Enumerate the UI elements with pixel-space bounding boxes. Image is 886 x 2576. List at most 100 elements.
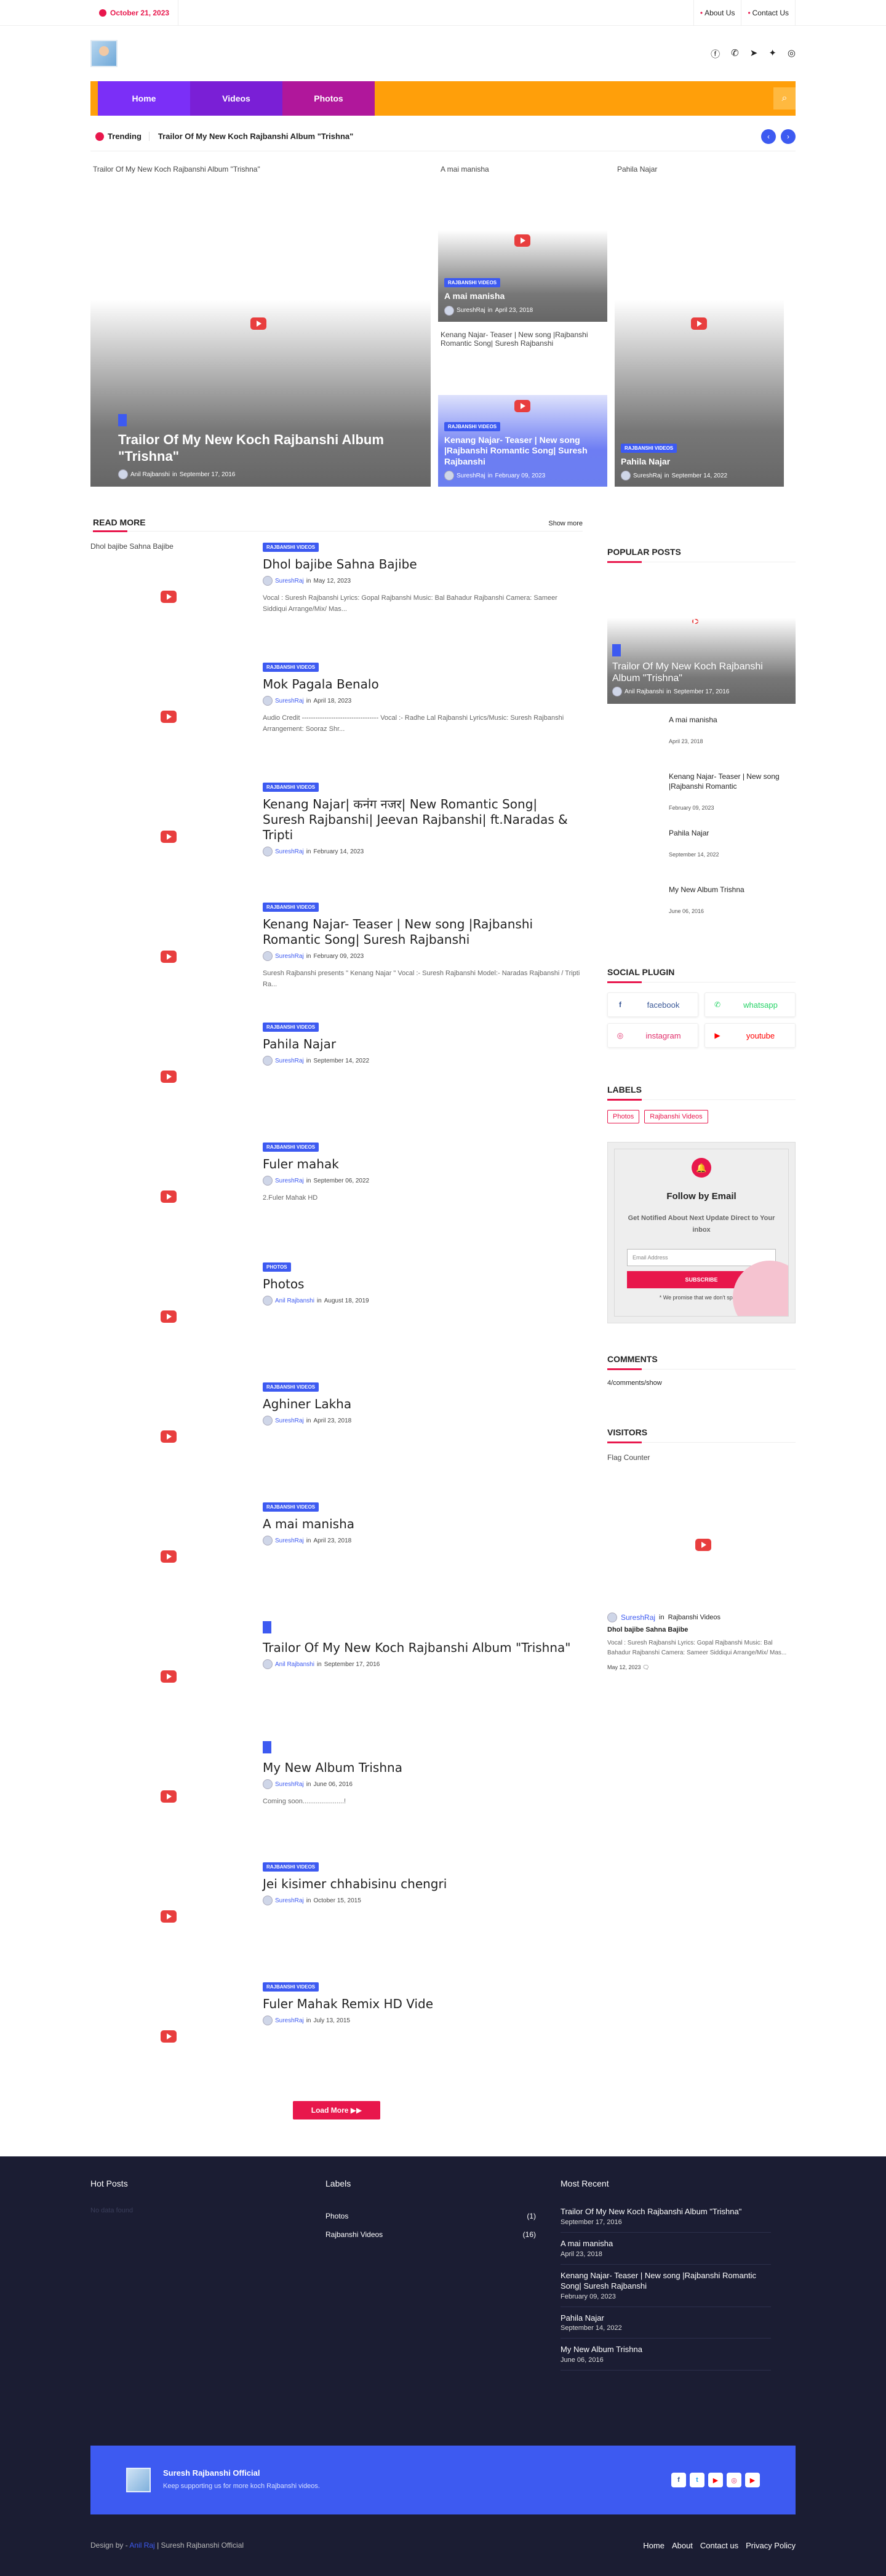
post-thumbnail[interactable] bbox=[90, 1981, 249, 2092]
author-name[interactable]: SureshRaj bbox=[621, 1613, 655, 1622]
nav-home[interactable]: Home bbox=[98, 81, 190, 116]
post-thumbnail[interactable]: Dhol bajibe Sahna Bajibe bbox=[90, 541, 249, 652]
post-thumbnail[interactable] bbox=[90, 781, 249, 892]
post-title[interactable]: Dhol bajibe Sahna Bajibe bbox=[263, 557, 583, 572]
recent-title[interactable]: Pahila Najar bbox=[561, 2313, 771, 2324]
popular-item[interactable]: Kenang Najar- Teaser | New song |Rajbans… bbox=[607, 760, 796, 817]
popular-item[interactable]: My New Album Trishna June 06, 2016 bbox=[607, 874, 796, 930]
author-name[interactable]: SureshRaj bbox=[275, 578, 304, 584]
author-name[interactable]: SureshRaj bbox=[457, 307, 485, 314]
category-badge[interactable]: Rajbanshi Videos bbox=[263, 1023, 319, 1032]
next-arrow-icon[interactable]: › bbox=[781, 129, 796, 144]
play-icon[interactable] bbox=[161, 1190, 177, 1203]
prev-arrow-icon[interactable]: ‹ bbox=[761, 129, 776, 144]
category-badge[interactable]: Rajbanshi Videos bbox=[263, 543, 319, 552]
author-name[interactable]: SureshRaj bbox=[275, 1178, 304, 1184]
hero-main-title[interactable]: Trailor Of My New Koch Rajbanshi Album "… bbox=[118, 432, 425, 465]
author-name[interactable]: SureshRaj bbox=[275, 698, 304, 704]
youtube-icon[interactable]: ▶ bbox=[745, 2473, 760, 2487]
facebook-icon[interactable]: f bbox=[671, 2473, 686, 2487]
post-title[interactable]: Kenang Najar| कनंग नजर| New Romantic Son… bbox=[263, 797, 583, 843]
instagram-icon[interactable]: ◎ bbox=[788, 47, 796, 60]
play-icon[interactable] bbox=[161, 951, 177, 963]
author-name[interactable]: SureshRaj bbox=[457, 473, 485, 479]
post-title[interactable]: Kenang Najar- Teaser | New song |Rajbans… bbox=[263, 917, 583, 947]
author-name[interactable]: SureshRaj bbox=[275, 1897, 304, 1904]
footer-label-item[interactable]: Rajbanshi Videos (16) bbox=[325, 2225, 536, 2244]
author-name[interactable]: SureshRaj bbox=[275, 848, 304, 855]
hero-right-title[interactable]: Pahila Najar bbox=[621, 457, 778, 468]
category-badge[interactable]: Rajbanshi Videos bbox=[263, 663, 319, 672]
play-icon[interactable] bbox=[161, 1430, 177, 1443]
post-thumbnail[interactable] bbox=[90, 661, 249, 772]
twitter-icon[interactable]: ✦ bbox=[768, 47, 776, 60]
trending-post-link[interactable]: Trailor Of My New Koch Rajbanshi Album "… bbox=[158, 132, 752, 141]
author-name[interactable]: SureshRaj bbox=[275, 1418, 304, 1424]
post-thumbnail[interactable] bbox=[90, 1861, 249, 1972]
category-badge[interactable]: Photos bbox=[263, 1262, 291, 1272]
play-icon[interactable] bbox=[161, 1310, 177, 1323]
youtube-icon[interactable]: ▶ bbox=[708, 2473, 723, 2487]
play-icon[interactable] bbox=[161, 831, 177, 843]
telegram-icon[interactable]: ➤ bbox=[750, 47, 758, 60]
footer-recent-item[interactable]: My New Album Trishna June 06, 2016 bbox=[561, 2339, 771, 2371]
nav-videos[interactable]: Videos bbox=[190, 81, 282, 116]
category-badge[interactable]: Rajbanshi Videos bbox=[263, 1382, 319, 1392]
category-link[interactable]: Rajbanshi Videos bbox=[668, 1614, 720, 1621]
facebook-icon[interactable]: ⓕ bbox=[711, 47, 720, 60]
play-icon[interactable] bbox=[250, 317, 266, 330]
footer-label-item[interactable]: Photos (1) bbox=[325, 2207, 536, 2225]
author-name[interactable]: SureshRaj bbox=[275, 953, 304, 960]
popular-feature-title[interactable]: Trailor Of My New Koch Rajbanshi Album "… bbox=[612, 661, 791, 684]
footer-recent-item[interactable]: Pahila Najar September 14, 2022 bbox=[561, 2307, 771, 2339]
popular-item[interactable]: A mai manisha April 23, 2018 bbox=[607, 704, 796, 760]
footer-recent-item[interactable]: Trailor Of My New Koch Rajbanshi Album "… bbox=[561, 2207, 771, 2233]
post-title[interactable]: Photos bbox=[263, 1277, 583, 1292]
post-thumbnail[interactable] bbox=[90, 1261, 249, 1372]
label-rajbanshi-videos[interactable]: Rajbanshi Videos bbox=[644, 1110, 708, 1123]
author-name[interactable]: Anil Rajbanshi bbox=[625, 688, 664, 695]
hero-card-main[interactable]: Trailor Of My New Koch Rajbanshi Album "… bbox=[90, 164, 431, 487]
nav-photos[interactable]: Photos bbox=[282, 81, 375, 116]
post-thumbnail[interactable] bbox=[90, 1021, 249, 1132]
category-badge[interactable]: Rajbanshi Videos bbox=[263, 1862, 319, 1872]
post-thumbnail[interactable] bbox=[90, 1501, 249, 1612]
post-title[interactable]: Jei kisimer chhabisinu chengri bbox=[263, 1876, 583, 1892]
post-title[interactable]: Mok Pagala Benalo bbox=[263, 677, 583, 692]
author-name[interactable]: SureshRaj bbox=[275, 1537, 304, 1544]
post-title[interactable]: Pahila Najar bbox=[263, 1037, 583, 1052]
recent-title[interactable]: My New Album Trishna bbox=[561, 2345, 771, 2355]
play-icon[interactable] bbox=[161, 1790, 177, 1803]
about-us-link[interactable]: About Us bbox=[693, 0, 741, 26]
play-icon[interactable] bbox=[161, 711, 177, 723]
post-title[interactable]: A mai manisha bbox=[263, 1517, 583, 1532]
hero-card-mid-bottom[interactable]: Kenang Najar- Teaser | New song |Rajbans… bbox=[438, 329, 607, 487]
hero-mid-bottom-title[interactable]: Kenang Najar- Teaser | New song |Rajbans… bbox=[444, 435, 601, 468]
author-name[interactable]: SureshRaj bbox=[275, 1058, 304, 1064]
category-badge[interactable]: Rajbanshi Videos bbox=[621, 443, 677, 453]
play-icon[interactable] bbox=[161, 1071, 177, 1083]
play-icon[interactable] bbox=[692, 619, 698, 624]
category-badge[interactable]: Rajbanshi Videos bbox=[444, 421, 501, 431]
author-name[interactable]: Anil Rajbanshi bbox=[275, 1298, 314, 1304]
post-title[interactable]: Trailor Of My New Koch Rajbanshi Album "… bbox=[263, 1640, 583, 1656]
contact-us-link[interactable]: Contact Us bbox=[741, 0, 796, 26]
instagram-button[interactable]: ◎ instagram bbox=[607, 1023, 698, 1048]
footer-recent-item[interactable]: A mai manisha April 23, 2018 bbox=[561, 2233, 771, 2265]
popular-feature-card[interactable]: Trailor Of My New Koch Rajbanshi Album "… bbox=[607, 618, 796, 704]
play-icon[interactable] bbox=[514, 399, 530, 412]
author-name[interactable]: SureshRaj bbox=[275, 1781, 304, 1788]
post-thumbnail[interactable] bbox=[90, 901, 249, 1012]
site-logo[interactable] bbox=[90, 40, 118, 67]
whatsapp-button[interactable]: ✆ whatsapp bbox=[704, 992, 796, 1017]
designer-link[interactable]: Anil Raj bbox=[129, 2541, 154, 2550]
hero-card-right[interactable]: Pahila Najar Rajbanshi Videos Pahila Naj… bbox=[615, 164, 784, 487]
post-thumbnail[interactable] bbox=[90, 1381, 249, 1492]
footer-recent-item[interactable]: Kenang Najar- Teaser | New song |Rajbans… bbox=[561, 2265, 771, 2307]
play-icon[interactable] bbox=[161, 2030, 177, 2043]
recent-title[interactable]: Trailor Of My New Koch Rajbanshi Album "… bbox=[561, 2207, 771, 2217]
category-badge[interactable]: Rajbanshi Videos bbox=[444, 278, 501, 287]
post-title[interactable]: My New Album Trishna bbox=[263, 1760, 583, 1776]
popular-item[interactable]: Pahila Najar September 14, 2022 bbox=[607, 817, 796, 874]
recent-title[interactable]: Kenang Najar- Teaser | New song |Rajbans… bbox=[561, 2271, 771, 2292]
